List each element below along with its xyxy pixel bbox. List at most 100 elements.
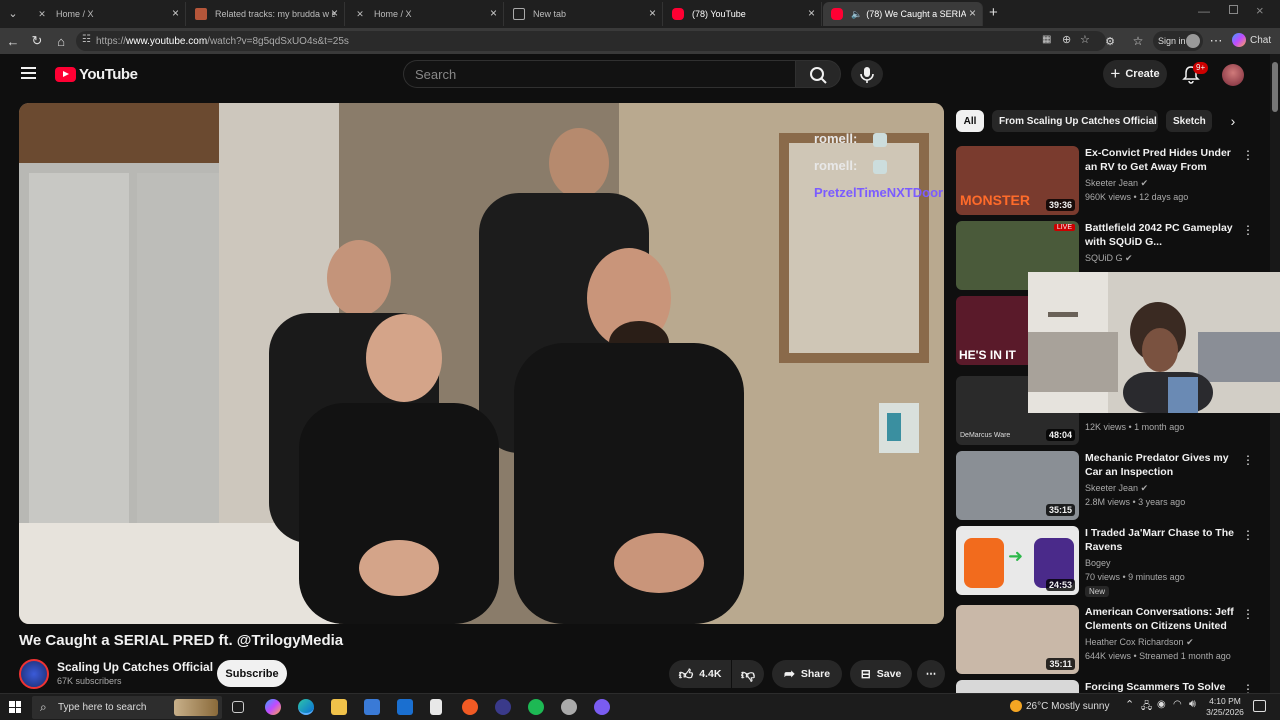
favorite-icon[interactable]: ☆ xyxy=(1080,33,1090,46)
taskbar-search[interactable]: ⌕ Type here to search xyxy=(32,696,222,719)
notification-center-icon[interactable] xyxy=(1253,700,1266,712)
windows-start-icon[interactable] xyxy=(9,701,21,713)
tab-youtube[interactable]: (78) YouTube × xyxy=(664,2,822,26)
file-explorer-icon[interactable] xyxy=(331,699,347,715)
video-title[interactable]: Ex-Convict Pred Hides Under an RV to Get… xyxy=(1085,146,1235,174)
save-button[interactable]: ⊟ Save xyxy=(850,660,912,688)
close-tab-icon[interactable]: × xyxy=(969,6,976,20)
mail-icon[interactable] xyxy=(397,699,413,715)
close-window-icon[interactable]: × xyxy=(1256,3,1264,18)
search-input[interactable]: Search xyxy=(403,60,795,88)
more-menu-icon[interactable]: ⋯ xyxy=(1207,32,1225,50)
microsoft-store-icon[interactable] xyxy=(364,699,380,715)
tab-related-tracks[interactable]: Related tracks: my brudda w suici × xyxy=(187,2,345,26)
wifi-icon[interactable]: ◠ xyxy=(1173,699,1182,710)
chips-next-icon[interactable]: › xyxy=(1222,110,1244,132)
sign-in-button[interactable]: Sign in xyxy=(1153,31,1203,51)
audio-device-icon[interactable]: ◉ xyxy=(1157,699,1166,710)
site-info-icon[interactable]: ☷ xyxy=(82,34,91,45)
channel-name[interactable]: SQUiD G ✔ xyxy=(1085,253,1133,264)
video-thumbnail[interactable]: 35:11 xyxy=(956,605,1079,674)
video-title[interactable]: Battlefield 2042 PC Gameplay with SQUiD … xyxy=(1085,221,1235,249)
chip-from-channel[interactable]: From Scaling Up Catches Official xyxy=(992,110,1158,132)
apps-icon[interactable]: ▦ xyxy=(1042,34,1051,45)
close-tab-icon[interactable]: × xyxy=(490,6,497,20)
tab-new-tab[interactable]: New tab × xyxy=(505,2,663,26)
home-icon[interactable]: ⌂ xyxy=(52,32,70,50)
more-actions-button[interactable]: ⋯ xyxy=(917,660,945,688)
new-tab-button[interactable]: + xyxy=(989,4,998,21)
video-player[interactable]: romell: romell: PretzelTimeNXTDoor: xyxy=(19,103,944,624)
recommendation-item[interactable]: 35:15 Mechanic Predator Gives my Car an … xyxy=(956,451,1266,521)
maximize-icon[interactable] xyxy=(1229,5,1238,14)
tray-chevron-icon[interactable]: ⌃ xyxy=(1125,698,1134,711)
clock[interactable]: 4:10 PM 3/25/2026 xyxy=(1206,696,1244,718)
voice-search-button[interactable] xyxy=(851,60,883,88)
video-thumbnail[interactable]: MONSTER 39:36 xyxy=(956,146,1079,215)
create-button[interactable]: + Create xyxy=(1103,60,1167,88)
steam-icon[interactable] xyxy=(561,699,577,715)
chip-sketch[interactable]: Sketch xyxy=(1166,110,1212,132)
document-icon[interactable] xyxy=(430,699,442,715)
media-app-icon[interactable] xyxy=(495,699,511,715)
video-title[interactable]: Mechanic Predator Gives my Car an Inspec… xyxy=(1085,451,1235,479)
close-tab-icon[interactable]: × xyxy=(331,6,338,20)
more-vertical-icon[interactable]: ⋮ xyxy=(1242,148,1254,162)
recommendation-item[interactable]: ➜ 24:53 I Traded Ja'Marr Chase to The Ra… xyxy=(956,526,1266,597)
weather-widget[interactable]: 26°C Mostly sunny xyxy=(1010,700,1109,712)
close-tab-icon[interactable]: × xyxy=(649,6,656,20)
channel-name[interactable]: Heather Cox Richardson ✔ xyxy=(1085,637,1194,648)
tab-home-x-2[interactable]: ✕ Home / X × xyxy=(346,2,504,26)
channel-name[interactable]: Scaling Up Catches Official xyxy=(57,660,213,674)
scrollbar-thumb[interactable] xyxy=(1272,62,1278,112)
video-title[interactable]: American Conversations: Jeff Clements on… xyxy=(1085,605,1235,633)
video-title[interactable]: Forcing Scammers To Solve xyxy=(1085,680,1235,693)
copilot-icon[interactable] xyxy=(265,699,281,715)
channel-name[interactable]: Skeeter Jean ✔ xyxy=(1085,178,1148,189)
volume-icon[interactable]: 🔊︎ xyxy=(1189,698,1196,711)
channel-name[interactable]: Skeeter Jean ✔ xyxy=(1085,483,1148,494)
close-tab-icon[interactable]: × xyxy=(172,6,179,20)
search-button[interactable] xyxy=(795,60,841,88)
favorites-icon[interactable]: ☆ xyxy=(1129,32,1147,50)
brave-browser-icon[interactable] xyxy=(462,699,478,715)
recommendation-item[interactable]: 35:11 American Conversations: Jeff Cleme… xyxy=(956,605,1266,675)
network-icon[interactable]: 🖧︎ xyxy=(1141,699,1152,716)
close-tab-icon[interactable]: × xyxy=(808,6,815,20)
channel-avatar[interactable] xyxy=(19,659,49,689)
chip-all[interactable]: All xyxy=(956,110,984,132)
more-vertical-icon[interactable]: ⋮ xyxy=(1242,607,1254,621)
video-thumbnail[interactable]: 35:15 xyxy=(956,451,1079,520)
menu-hamburger-icon[interactable] xyxy=(21,67,36,79)
recommendation-item[interactable]: Forcing Scammers To Solve ⋮ xyxy=(956,680,1266,693)
copilot-chat-button[interactable]: Chat xyxy=(1232,33,1271,47)
zoom-icon[interactable]: ⊕ xyxy=(1062,33,1071,46)
recommendation-item[interactable]: MONSTER 39:36 Ex-Convict Pred Hides Unde… xyxy=(956,146,1266,216)
more-vertical-icon[interactable]: ⋮ xyxy=(1242,453,1254,467)
video-title[interactable]: I Traded Ja'Marr Chase to The Ravens xyxy=(1085,526,1235,554)
extensions-icon[interactable]: ⚙ xyxy=(1101,32,1119,50)
youtube-logo[interactable]: YouTube xyxy=(55,66,138,83)
avatar[interactable] xyxy=(1222,64,1244,86)
video-thumbnail[interactable] xyxy=(956,680,1079,693)
subscribe-button[interactable]: Subscribe xyxy=(217,660,287,687)
tab-video-active[interactable]: 🔈 (78) We Caught a SERIAL PRED × xyxy=(823,2,983,26)
more-vertical-icon[interactable]: ⋮ xyxy=(1242,223,1254,237)
discord-icon[interactable] xyxy=(594,699,610,715)
reload-icon[interactable]: ↻ xyxy=(28,32,46,50)
tab-search-dropdown-icon[interactable]: ⌄ xyxy=(4,5,22,23)
back-icon[interactable]: ← xyxy=(4,32,22,50)
more-vertical-icon[interactable]: ⋮ xyxy=(1242,528,1254,542)
notifications-button[interactable]: 9+ xyxy=(1181,62,1209,86)
minimize-icon[interactable]: — xyxy=(1198,4,1210,18)
task-view-icon[interactable] xyxy=(232,701,244,713)
video-thumbnail[interactable]: ➜ 24:53 xyxy=(956,526,1079,595)
tab-home-x-1[interactable]: ✕ Home / X × xyxy=(28,2,186,26)
dislike-button[interactable]: 👎︎ xyxy=(732,660,764,688)
share-button[interactable]: ➦ Share xyxy=(772,660,842,688)
more-vertical-icon[interactable]: ⋮ xyxy=(1242,682,1254,693)
speaker-icon[interactable]: 🔈 xyxy=(851,9,862,20)
like-button[interactable]: 👍︎ 4.4K xyxy=(669,660,731,688)
spotify-icon[interactable] xyxy=(528,699,544,715)
address-bar[interactable]: ☷ https://www.youtube.com/watch?v=8g5qdS… xyxy=(76,31,1106,51)
